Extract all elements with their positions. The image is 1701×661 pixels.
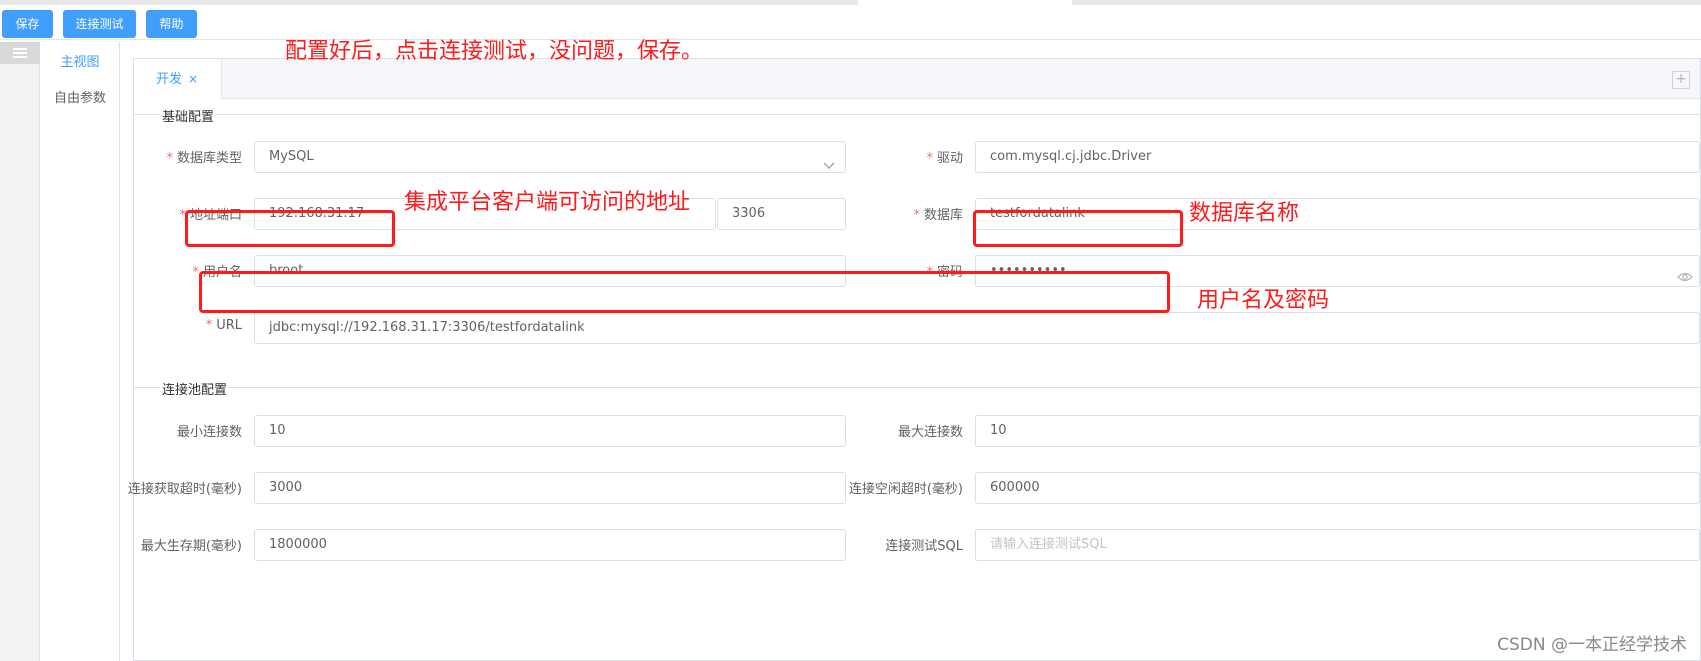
test-sql-label: 连接测试SQL	[885, 539, 963, 554]
idle-timeout-input[interactable]: 600000	[975, 472, 1700, 504]
close-icon[interactable]: ×	[188, 72, 198, 86]
db-type-select[interactable]: MySQL	[254, 141, 846, 173]
save-button[interactable]: 保存	[2, 10, 53, 38]
idle-timeout-label: 连接空闲超时(毫秒)	[848, 482, 963, 497]
help-button[interactable]: 帮助	[146, 10, 197, 38]
nav-main-view[interactable]: 主视图	[40, 51, 120, 70]
main-panel: 开发 × + 基础配置 * 数据库类型 MySQL * 驱动 com.mysql.cj…	[128, 58, 1701, 661]
annotation-top: 配置好后，点击连接测试，没问题，保存。	[285, 39, 704, 64]
driver-input[interactable]: com.mysql.cj.jdbc.Driver	[975, 141, 1700, 173]
watermark: CSDN @一本正经学技术	[1497, 635, 1687, 655]
db-type-label: * 数据库类型	[166, 151, 242, 166]
highlight-address	[185, 210, 395, 247]
eye-icon[interactable]	[1677, 265, 1693, 286]
tab-label: 开发	[156, 72, 183, 87]
section-divider-pool	[134, 387, 1700, 388]
acquire-timeout-label: 连接获取超时(毫秒)	[127, 482, 242, 497]
annotation-credentials: 用户名及密码	[1197, 288, 1330, 313]
max-conn-input[interactable]: 10	[975, 415, 1700, 447]
port-input[interactable]: 3306	[717, 198, 846, 230]
tab-strip-left	[0, 0, 858, 5]
left-rail	[0, 42, 40, 661]
top-toolbar: 保存 连接测试 帮助	[0, 0, 1701, 40]
annotation-database: 数据库名称	[1189, 201, 1300, 226]
max-conn-label: 最大连接数	[897, 425, 963, 440]
acquire-timeout-input[interactable]: 3000	[254, 472, 846, 504]
test-sql-input[interactable]: 请输入连接测试SQL	[975, 529, 1700, 561]
min-conn-label: 最小连接数	[176, 425, 242, 440]
tab-dev[interactable]: 开发 ×	[134, 59, 222, 99]
plus-icon[interactable]: +	[1672, 71, 1690, 89]
tab-strip-right	[1072, 0, 1701, 5]
side-nav: 主视图 自由参数	[40, 42, 120, 661]
database-label: * 数据库	[913, 208, 963, 223]
menu-icon[interactable]	[0, 42, 40, 64]
max-lifetime-label: 最大生存期(毫秒)	[140, 539, 242, 554]
highlight-database	[973, 210, 1183, 247]
section-divider-basic	[134, 114, 1700, 115]
max-lifetime-input[interactable]: 1800000	[254, 529, 846, 561]
chevron-down-icon	[823, 152, 835, 172]
highlight-credentials	[199, 271, 1170, 313]
annotation-address: 集成平台客户端可访问的地址	[404, 190, 691, 215]
tab-bar: 开发 × +	[134, 59, 1700, 99]
driver-label: * 驱动	[926, 151, 963, 166]
url-label: * URL	[205, 318, 242, 333]
url-input[interactable]: jdbc:mysql://192.168.31.17:3306/testford…	[254, 312, 1700, 344]
section-title-pool: 连接池配置	[160, 379, 230, 398]
nav-free-params[interactable]: 自由参数	[40, 87, 120, 106]
min-conn-input[interactable]: 10	[254, 415, 846, 447]
test-connection-button[interactable]: 连接测试	[63, 10, 136, 38]
section-title-basic: 基础配置	[160, 106, 217, 125]
